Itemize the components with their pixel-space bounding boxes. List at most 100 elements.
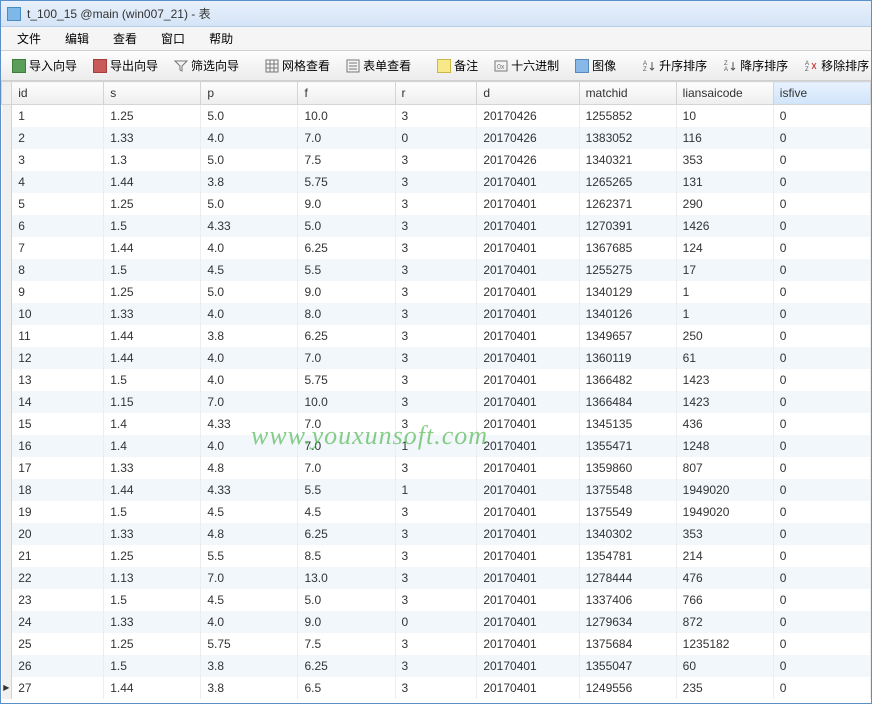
cell-matchid[interactable]: 1366482 xyxy=(579,369,676,391)
cell-d[interactable]: 20170401 xyxy=(477,347,579,369)
cell-isfive[interactable]: 0 xyxy=(773,611,870,633)
cell-s[interactable]: 1.5 xyxy=(104,655,201,677)
cell-f[interactable]: 6.25 xyxy=(298,237,395,259)
cell-liansaicode[interactable]: 807 xyxy=(676,457,773,479)
column-header-isfive[interactable]: isfive xyxy=(773,82,870,105)
cell-liansaicode[interactable]: 235 xyxy=(676,677,773,699)
cell-matchid[interactable]: 1355047 xyxy=(579,655,676,677)
cell-matchid[interactable]: 1340129 xyxy=(579,281,676,303)
cell-liansaicode[interactable]: 353 xyxy=(676,523,773,545)
cell-id[interactable]: 13 xyxy=(12,369,104,391)
cell-p[interactable]: 4.5 xyxy=(201,259,298,281)
cell-isfive[interactable]: 0 xyxy=(773,369,870,391)
export-wizard-button[interactable]: 导出向导 xyxy=(86,54,165,77)
cell-s[interactable]: 1.13 xyxy=(104,567,201,589)
cell-p[interactable]: 4.33 xyxy=(201,215,298,237)
table-row[interactable]: 251.255.757.5320170401137568412351820 xyxy=(2,633,871,655)
table-row[interactable]: 171.334.87.032017040113598608070 xyxy=(2,457,871,479)
table-row[interactable]: 201.334.86.2532017040113403023530 xyxy=(2,523,871,545)
cell-r[interactable]: 3 xyxy=(395,303,477,325)
column-header-d[interactable]: d xyxy=(477,82,579,105)
cell-d[interactable]: 20170401 xyxy=(477,325,579,347)
cell-liansaicode[interactable]: 61 xyxy=(676,347,773,369)
cell-d[interactable]: 20170401 xyxy=(477,171,579,193)
cell-id[interactable]: 8 xyxy=(12,259,104,281)
cell-f[interactable]: 9.0 xyxy=(298,193,395,215)
cell-s[interactable]: 1.33 xyxy=(104,127,201,149)
cell-liansaicode[interactable]: 1248 xyxy=(676,435,773,457)
cell-matchid[interactable]: 1354781 xyxy=(579,545,676,567)
cell-d[interactable]: 20170401 xyxy=(477,369,579,391)
cell-s[interactable]: 1.5 xyxy=(104,215,201,237)
cell-matchid[interactable]: 1355471 xyxy=(579,435,676,457)
cell-id[interactable]: 18 xyxy=(12,479,104,501)
column-header-id[interactable]: id xyxy=(12,82,104,105)
cell-matchid[interactable]: 1262371 xyxy=(579,193,676,215)
cell-d[interactable]: 20170401 xyxy=(477,567,579,589)
table-row[interactable]: 41.443.85.7532017040112652651310 xyxy=(2,171,871,193)
cell-r[interactable]: 3 xyxy=(395,347,477,369)
cell-f[interactable]: 9.0 xyxy=(298,611,395,633)
table-row[interactable]: 211.255.58.532017040113547812140 xyxy=(2,545,871,567)
cell-liansaicode[interactable]: 250 xyxy=(676,325,773,347)
cell-liansaicode[interactable]: 131 xyxy=(676,171,773,193)
note-button[interactable]: 备注 xyxy=(430,54,485,77)
cell-r[interactable]: 3 xyxy=(395,545,477,567)
table-row[interactable]: 131.54.05.75320170401136648214230 xyxy=(2,369,871,391)
cell-id[interactable]: 21 xyxy=(12,545,104,567)
cell-s[interactable]: 1.25 xyxy=(104,281,201,303)
cell-liansaicode[interactable]: 290 xyxy=(676,193,773,215)
cell-liansaicode[interactable]: 1426 xyxy=(676,215,773,237)
cell-p[interactable]: 4.5 xyxy=(201,501,298,523)
menu-file[interactable]: 文件 xyxy=(5,27,53,50)
cell-s[interactable]: 1.44 xyxy=(104,171,201,193)
cell-id[interactable]: 19 xyxy=(12,501,104,523)
cell-id[interactable]: 11 xyxy=(12,325,104,347)
cell-s[interactable]: 1.4 xyxy=(104,435,201,457)
cell-r[interactable]: 3 xyxy=(395,501,477,523)
cell-matchid[interactable]: 1265265 xyxy=(579,171,676,193)
cell-s[interactable]: 1.33 xyxy=(104,457,201,479)
cell-liansaicode[interactable]: 436 xyxy=(676,413,773,435)
cell-r[interactable]: 3 xyxy=(395,171,477,193)
cell-r[interactable]: 3 xyxy=(395,369,477,391)
cell-isfive[interactable]: 0 xyxy=(773,281,870,303)
cell-isfive[interactable]: 0 xyxy=(773,325,870,347)
cell-d[interactable]: 20170401 xyxy=(477,523,579,545)
cell-isfive[interactable]: 0 xyxy=(773,259,870,281)
cell-r[interactable]: 3 xyxy=(395,325,477,347)
cell-id[interactable]: 15 xyxy=(12,413,104,435)
cell-s[interactable]: 1.4 xyxy=(104,413,201,435)
cell-p[interactable]: 3.8 xyxy=(201,655,298,677)
cell-isfive[interactable]: 0 xyxy=(773,435,870,457)
cell-p[interactable]: 4.0 xyxy=(201,303,298,325)
cell-p[interactable]: 4.5 xyxy=(201,589,298,611)
menu-window[interactable]: 窗口 xyxy=(149,27,197,50)
cell-id[interactable]: 25 xyxy=(12,633,104,655)
cell-p[interactable]: 7.0 xyxy=(201,567,298,589)
cell-p[interactable]: 4.0 xyxy=(201,369,298,391)
cell-d[interactable]: 20170401 xyxy=(477,633,579,655)
cell-id[interactable]: 2 xyxy=(12,127,104,149)
cell-liansaicode[interactable]: 1423 xyxy=(676,369,773,391)
cell-id[interactable]: 12 xyxy=(12,347,104,369)
cell-f[interactable]: 4.5 xyxy=(298,501,395,523)
cell-r[interactable]: 3 xyxy=(395,413,477,435)
cell-d[interactable]: 20170401 xyxy=(477,545,579,567)
form-view-button[interactable]: 表单查看 xyxy=(339,54,418,77)
cell-liansaicode[interactable]: 1 xyxy=(676,303,773,325)
table-row[interactable]: 141.157.010.0320170401136648414230 xyxy=(2,391,871,413)
cell-d[interactable]: 20170401 xyxy=(477,237,579,259)
cell-matchid[interactable]: 1278444 xyxy=(579,567,676,589)
table-row[interactable]: 31.35.07.532017042613403213530 xyxy=(2,149,871,171)
cell-r[interactable]: 3 xyxy=(395,633,477,655)
table-row[interactable]: 51.255.09.032017040112623712900 xyxy=(2,193,871,215)
cell-matchid[interactable]: 1340126 xyxy=(579,303,676,325)
cell-s[interactable]: 1.25 xyxy=(104,545,201,567)
table-row[interactable]: 261.53.86.253201704011355047600 xyxy=(2,655,871,677)
cell-isfive[interactable]: 0 xyxy=(773,303,870,325)
cell-f[interactable]: 7.5 xyxy=(298,149,395,171)
table-row[interactable]: 101.334.08.0320170401134012610 xyxy=(2,303,871,325)
cell-id[interactable]: 9 xyxy=(12,281,104,303)
cell-matchid[interactable]: 1270391 xyxy=(579,215,676,237)
